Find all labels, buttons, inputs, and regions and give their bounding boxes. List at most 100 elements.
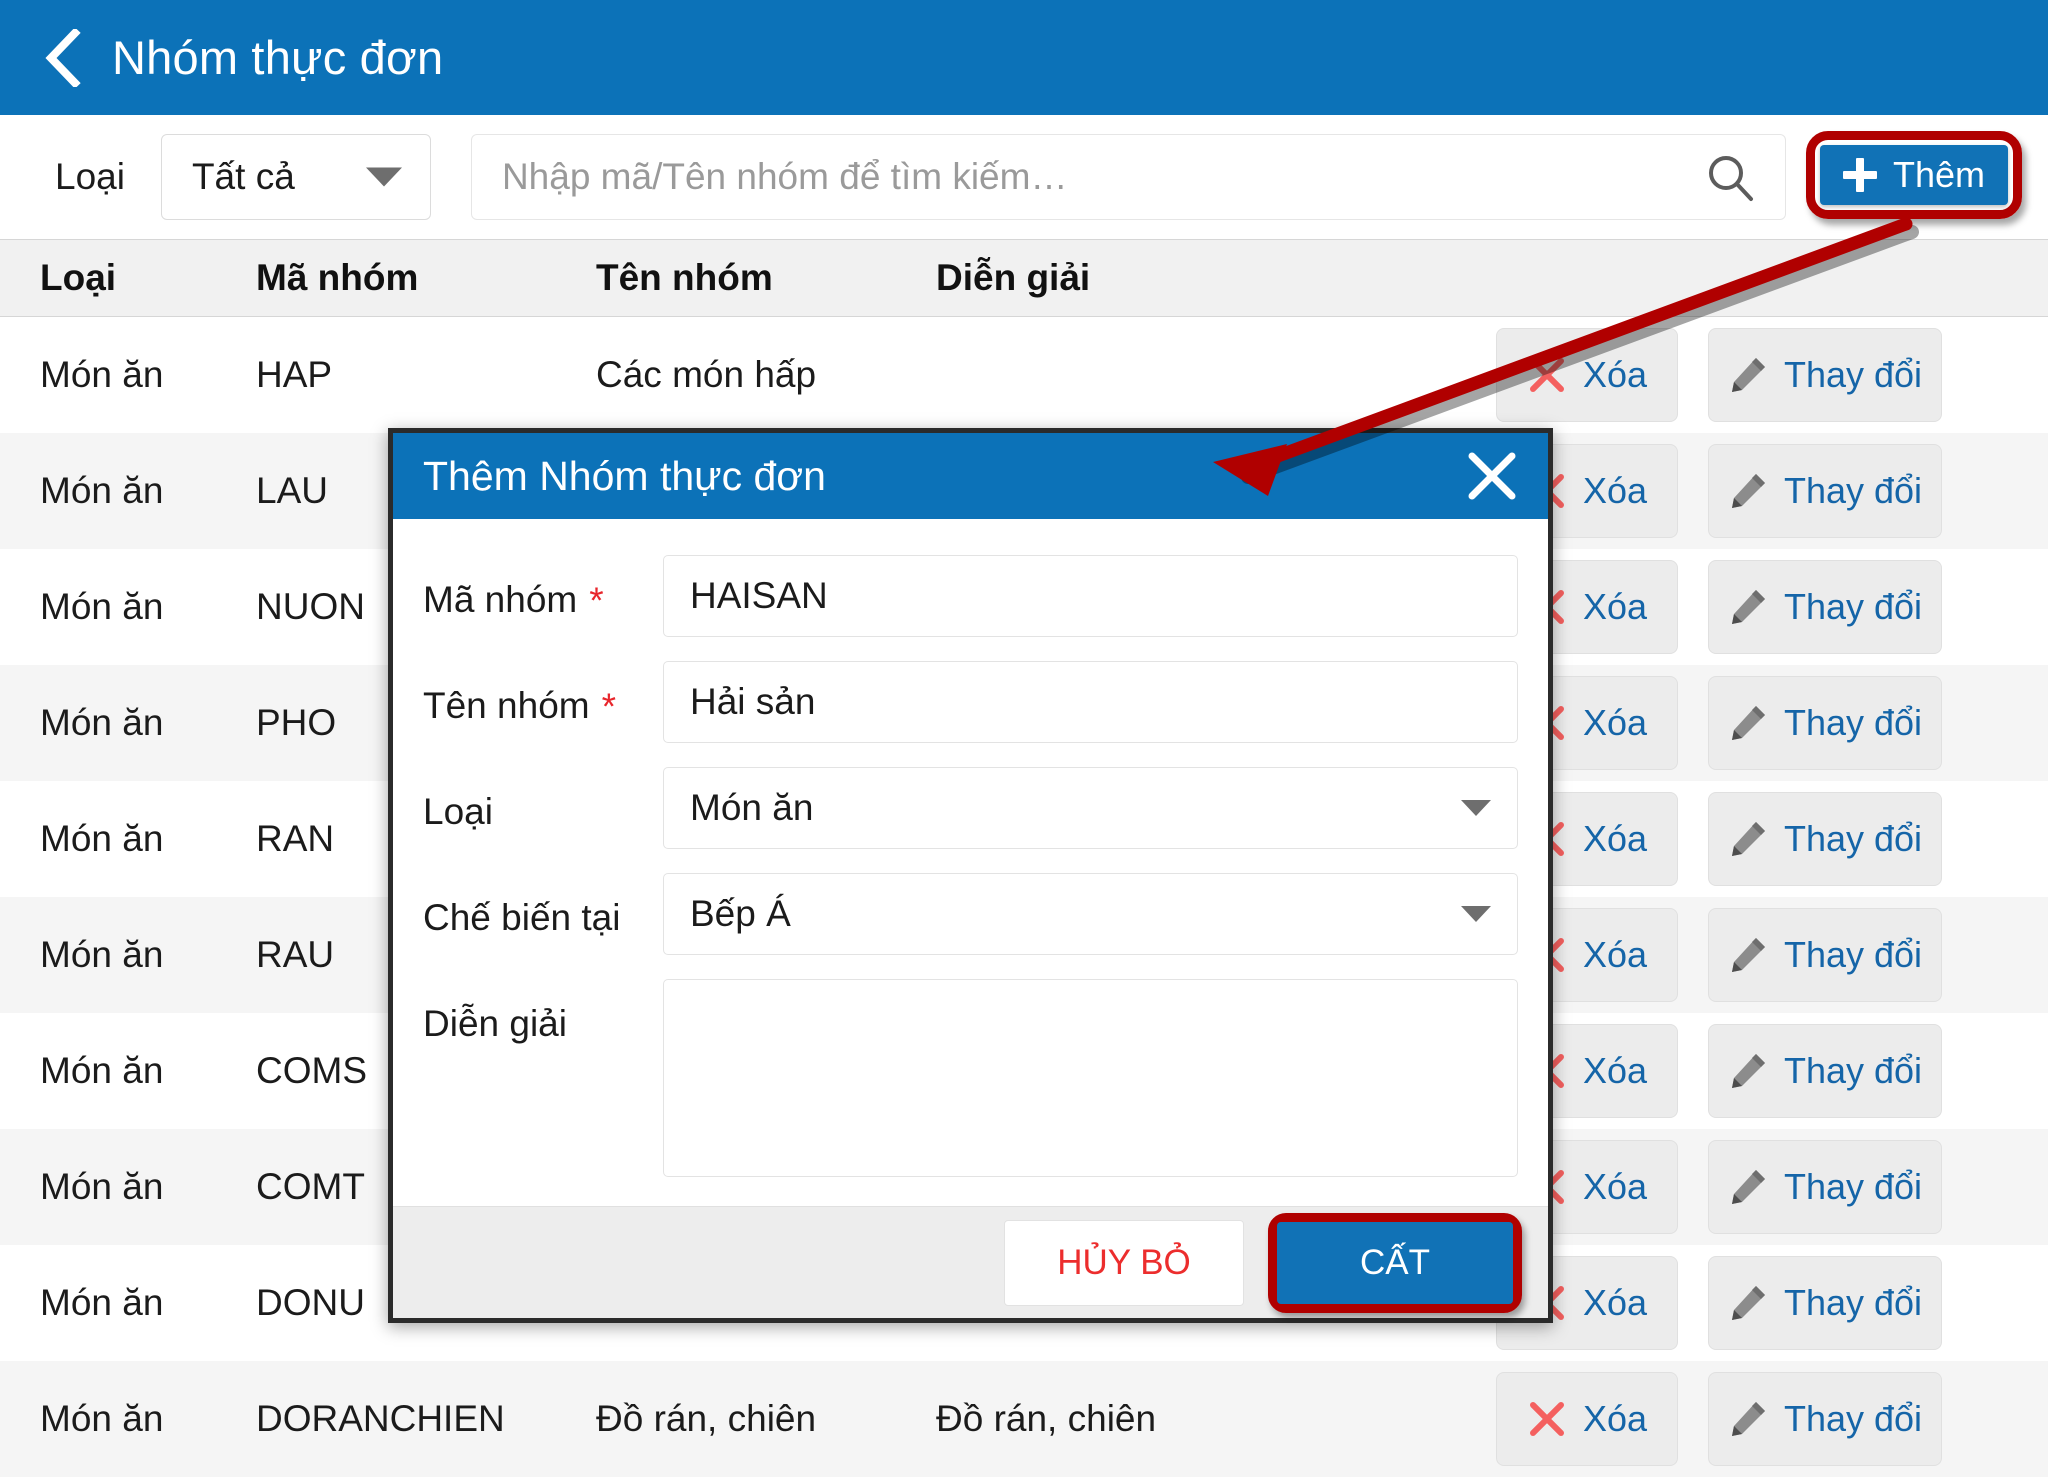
edit-button[interactable]: Thay đổi: [1708, 1024, 1942, 1118]
type-filter-label: Loại: [55, 156, 125, 197]
dien-giai-label: Diễn giải: [423, 1003, 567, 1044]
delete-button-label: Xóa: [1582, 1398, 1648, 1439]
add-button-label: Thêm: [1892, 154, 1986, 195]
cell-actions: Xóa Thay đổi: [1496, 792, 2048, 886]
pencil-icon: [1728, 1167, 1768, 1207]
required-asterisk: *: [601, 685, 616, 727]
delete-button[interactable]: Xóa: [1496, 1372, 1678, 1466]
che-bien-label-wrap: Chế biến tại: [423, 873, 663, 939]
dialog-title: Thêm Nhóm thực đơn: [423, 452, 826, 499]
x-icon: [1527, 1399, 1567, 1439]
cell-ma-nhom: HAP: [256, 354, 333, 395]
chevron-down-icon: [1461, 800, 1491, 816]
save-button[interactable]: CẤT: [1277, 1221, 1513, 1304]
cell-actions: Xóa Thay đổi: [1496, 1372, 2048, 1466]
edit-button[interactable]: Thay đổi: [1708, 908, 1942, 1002]
x-icon: [1527, 355, 1567, 395]
cell-actions: Xóa Thay đổi: [1496, 328, 2048, 422]
cell-actions: Xóa Thay đổi: [1496, 1256, 2048, 1350]
table-header-row: Loại Mã nhóm Tên nhóm Diễn giải: [0, 239, 2048, 317]
edit-button-label: Thay đổi: [1783, 1166, 1923, 1207]
cancel-button[interactable]: HỦY BỎ: [1004, 1219, 1244, 1306]
edit-button[interactable]: Thay đổi: [1708, 1140, 1942, 1234]
pencil-icon: [1728, 1399, 1768, 1439]
che-bien-tai-label: Chế biến tại: [423, 897, 621, 938]
dien-giai-label-wrap: Diễn giải: [423, 979, 663, 1045]
loai-label: Loại: [423, 791, 493, 832]
edit-button[interactable]: Thay đổi: [1708, 444, 1942, 538]
pencil-icon: [1728, 1051, 1768, 1091]
ma-nhom-control: [663, 555, 1518, 637]
loai-control: Món ăn: [663, 767, 1518, 849]
app-root: Nhóm thực đơn Loại Tất cả Thêm Loại Mã n…: [0, 0, 2048, 1482]
search-icon[interactable]: [1705, 152, 1755, 202]
ten-nhom-input[interactable]: [663, 661, 1518, 743]
filter-toolbar: Loại Tất cả: [0, 115, 2048, 239]
cell-loai: Món ăn: [40, 586, 164, 627]
delete-button-label: Xóa: [1582, 1050, 1648, 1091]
plus-icon: [1842, 158, 1877, 192]
dialog-body: Mã nhóm * Tên nhóm * Loại: [393, 519, 1548, 1206]
add-button[interactable]: Thêm: [1820, 145, 2008, 205]
dien-giai-textarea[interactable]: [663, 979, 1518, 1177]
table-row[interactable]: Món ăn DORANCHIEN Đồ rán, chiên Đồ rán, chi…: [0, 1361, 2048, 1477]
cell-ten-nhom: Đồ rán, chiên: [596, 1398, 817, 1439]
edit-button[interactable]: Thay đổi: [1708, 1372, 1942, 1466]
field-row-ten-nhom: Tên nhóm *: [423, 661, 1518, 743]
edit-button-label: Thay đổi: [1783, 702, 1923, 743]
dialog-footer: HỦY BỎ CẤT: [393, 1206, 1548, 1318]
delete-button-label: Xóa: [1582, 1166, 1648, 1207]
edit-button[interactable]: Thay đổi: [1708, 676, 1942, 770]
chevron-down-icon: [365, 167, 402, 187]
cell-loai: Món ăn: [40, 354, 164, 395]
edit-button[interactable]: Thay đổi: [1708, 792, 1942, 886]
pencil-icon: [1728, 471, 1768, 511]
type-filter-select[interactable]: Tất cả: [160, 134, 431, 220]
loai-label-wrap: Loại: [423, 767, 663, 833]
edit-button-label: Thay đổi: [1783, 1398, 1923, 1439]
column-header-dien-giai: Diễn giải: [936, 257, 1091, 298]
edit-button[interactable]: Thay đổi: [1708, 560, 1942, 654]
ten-nhom-label: Tên nhóm: [423, 685, 590, 726]
chevron-left-icon[interactable]: [40, 28, 84, 88]
delete-button-label: Xóa: [1582, 818, 1648, 859]
field-row-che-bien-tai: Chế biến tại Bếp Á: [423, 873, 1518, 955]
delete-button-label: Xóa: [1582, 702, 1648, 743]
edit-button-label: Thay đổi: [1783, 354, 1923, 395]
edit-button-label: Thay đổi: [1783, 934, 1923, 975]
cell-loai: Món ăn: [40, 1398, 164, 1439]
column-header-ma-nhom: Mã nhóm: [256, 257, 419, 298]
add-group-dialog: Thêm Nhóm thực đơn Mã nhóm * HAISAN Tên …: [388, 428, 1553, 1323]
delete-button-label: Xóa: [1582, 1282, 1648, 1323]
cell-loai: Món ăn: [40, 1282, 164, 1323]
dien-giai-control: [663, 979, 1518, 1182]
required-asterisk: *: [589, 579, 604, 621]
type-filter-value: Tất cả: [191, 156, 295, 197]
field-row-ma-nhom: Mã nhóm *: [423, 555, 1518, 637]
ma-nhom-input[interactable]: [663, 555, 1518, 637]
cell-actions: Xóa Thay đổi: [1496, 444, 2048, 538]
edit-button-label: Thay đổi: [1783, 470, 1923, 511]
cell-loai: Món ăn: [40, 818, 164, 859]
field-row-dien-giai: Diễn giải: [423, 979, 1518, 1182]
close-icon[interactable]: [1464, 448, 1520, 504]
cell-ma-nhom: DORANCHIEN: [256, 1398, 505, 1439]
ma-nhom-label: Mã nhóm: [423, 579, 578, 620]
chevron-down-icon: [1461, 906, 1491, 922]
delete-button[interactable]: Xóa: [1496, 328, 1678, 422]
ten-nhom-control: [663, 661, 1518, 743]
search-input[interactable]: [501, 156, 1685, 198]
edit-button-label: Thay đổi: [1783, 818, 1923, 859]
che-bien-tai-select[interactable]: Bếp Á: [663, 873, 1518, 955]
cell-loai: Món ăn: [40, 1166, 164, 1207]
edit-button[interactable]: Thay đổi: [1708, 1256, 1942, 1350]
edit-button-label: Thay đổi: [1783, 586, 1923, 627]
column-header-ten-nhom: Tên nhóm: [596, 257, 773, 298]
search-field[interactable]: [470, 134, 1786, 220]
delete-button-label: Xóa: [1582, 354, 1648, 395]
cell-actions: Xóa Thay đổi: [1496, 1140, 2048, 1234]
table-row[interactable]: Món ăn HAP Các món hấp Xóa Thay đổi: [0, 317, 2048, 433]
edit-button[interactable]: Thay đổi: [1708, 328, 1942, 422]
loai-select[interactable]: Món ăn: [663, 767, 1518, 849]
che-bien-tai-select-value: Bếp Á: [690, 893, 791, 934]
